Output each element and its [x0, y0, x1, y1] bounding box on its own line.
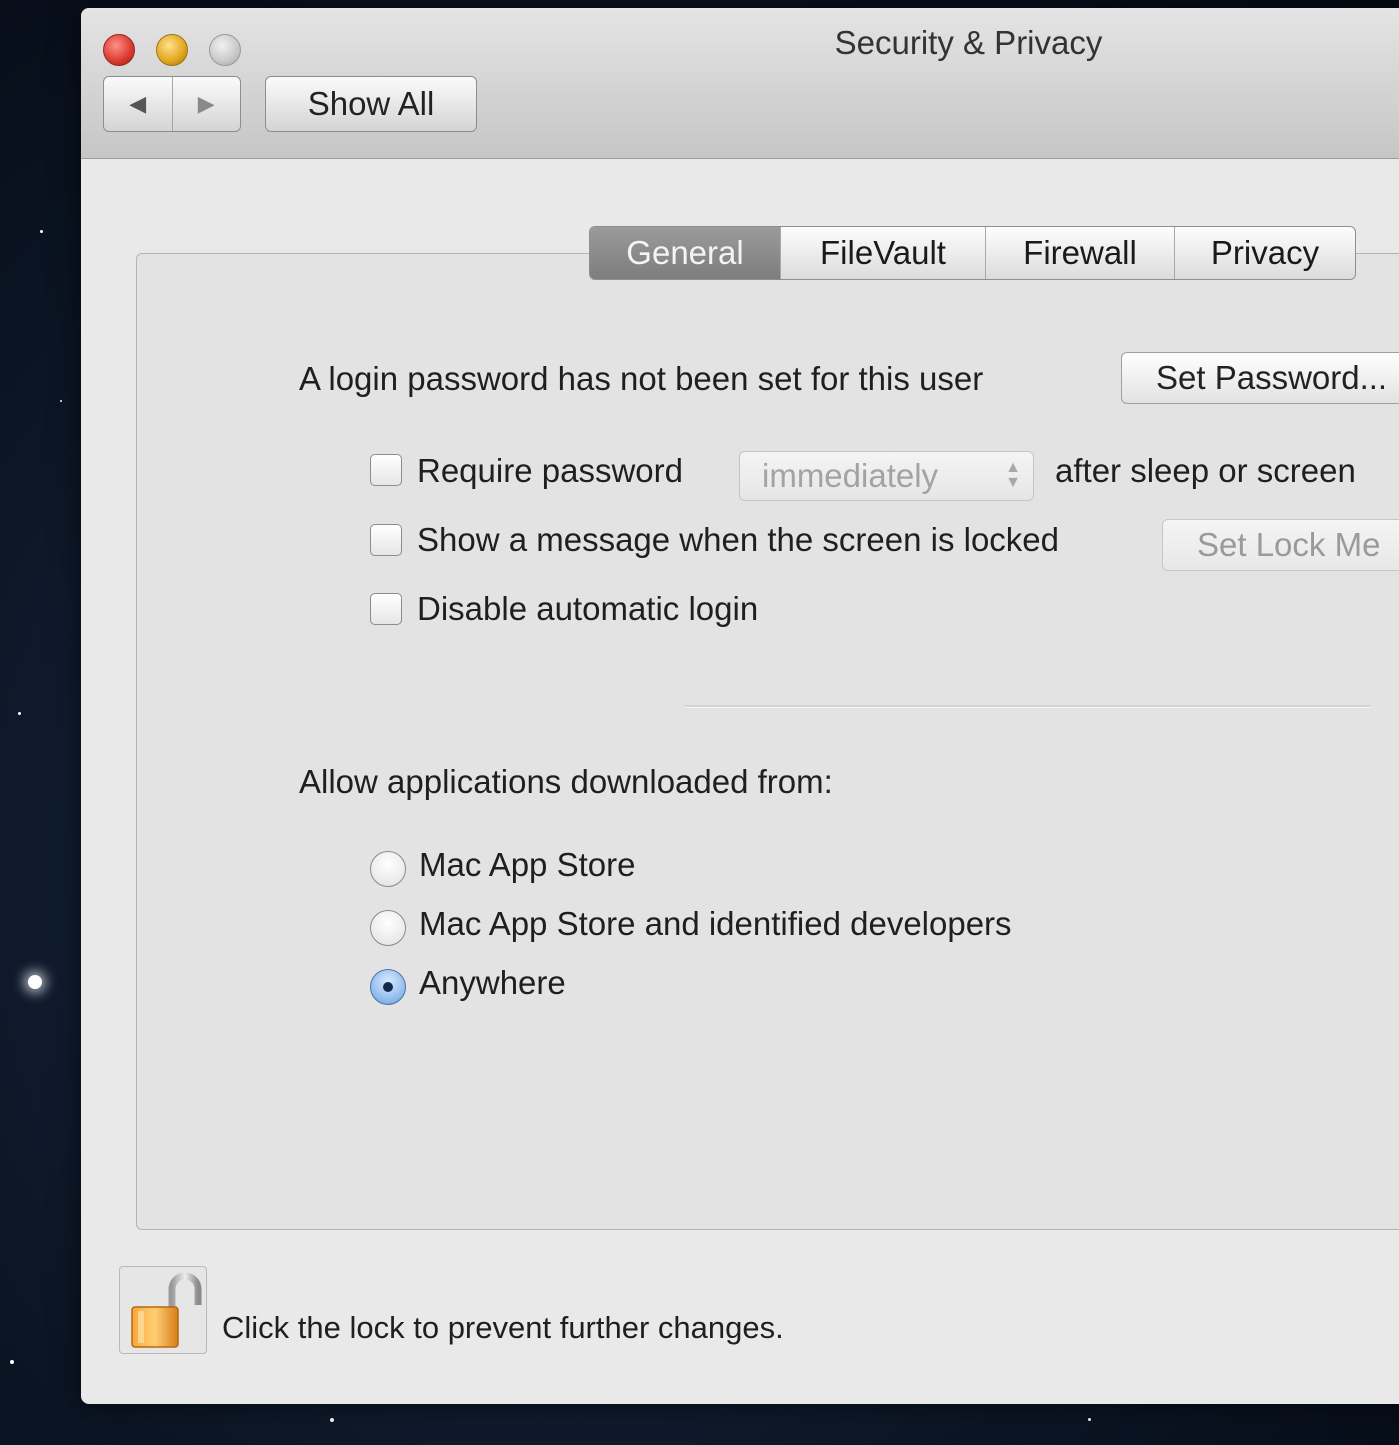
- forward-arrow-icon: ▶: [197, 91, 215, 117]
- radio-selected-dot: [383, 982, 393, 992]
- tab-filevault[interactable]: FileVault: [781, 227, 986, 279]
- title-bar: Security & Privacy ◀ ▶ Show All: [81, 8, 1399, 159]
- close-window-button[interactable]: [103, 34, 135, 66]
- security-privacy-window: Security & Privacy ◀ ▶ Show All General …: [81, 8, 1399, 1404]
- set-password-button[interactable]: Set Password...: [1121, 352, 1399, 404]
- show-lock-message-checkbox[interactable]: [370, 524, 402, 556]
- tab-bar: General FileVault Firewall Privacy: [589, 226, 1356, 280]
- radio-anywhere[interactable]: [370, 969, 406, 1005]
- require-password-delay-value: immediately: [762, 457, 939, 494]
- lock-button[interactable]: [119, 1266, 207, 1354]
- radio-mac-app-store[interactable]: [370, 851, 406, 887]
- set-lock-message-button[interactable]: Set Lock Me: [1162, 519, 1399, 571]
- tab-privacy[interactable]: Privacy: [1175, 227, 1355, 279]
- stepper-arrows-icon: ▲ ▼: [1005, 459, 1021, 491]
- section-divider: [685, 705, 1370, 708]
- radio-anywhere-label: Anywhere: [419, 964, 566, 1001]
- require-password-delay-select[interactable]: immediately ▲ ▼: [739, 451, 1034, 501]
- require-password-checkbox[interactable]: [370, 454, 402, 486]
- unlocked-padlock-icon: [131, 1272, 202, 1348]
- login-password-notice: A login password has not been set for th…: [299, 360, 984, 397]
- tab-general[interactable]: General: [590, 227, 781, 279]
- back-button[interactable]: ◀: [104, 77, 173, 131]
- radio-mac-app-store-label: Mac App Store: [419, 846, 636, 883]
- lock-status-text: Click the lock to prevent further change…: [222, 1310, 784, 1345]
- radio-identified-developers[interactable]: [370, 910, 406, 946]
- disable-automatic-login-checkbox[interactable]: [370, 593, 402, 625]
- radio-identified-developers-label: Mac App Store and identified developers: [419, 905, 1012, 942]
- require-password-label: Require password: [417, 452, 683, 489]
- minimize-window-button[interactable]: [156, 34, 188, 66]
- show-lock-message-label: Show a message when the screen is locked: [417, 521, 1060, 558]
- back-arrow-icon: ◀: [129, 91, 147, 117]
- window-title: Security & Privacy: [834, 24, 1103, 61]
- disable-automatic-login-label: Disable automatic login: [417, 590, 759, 627]
- forward-button[interactable]: ▶: [173, 77, 241, 131]
- allow-apps-heading: Allow applications downloaded from:: [299, 763, 833, 800]
- require-password-suffix: after sleep or screen: [1055, 452, 1356, 489]
- tab-firewall[interactable]: Firewall: [986, 227, 1175, 279]
- show-all-button[interactable]: Show All: [265, 76, 477, 132]
- back-forward-control: ◀ ▶: [103, 76, 241, 132]
- zoom-window-button[interactable]: [209, 34, 241, 66]
